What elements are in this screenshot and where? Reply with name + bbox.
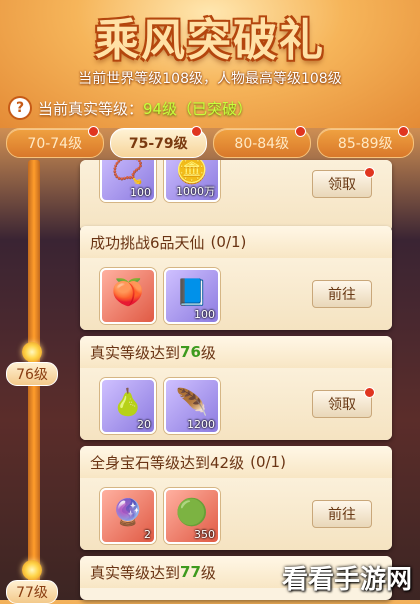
go-button[interactable]: 前往: [312, 280, 372, 308]
notification-dot: [87, 126, 99, 137]
world-level-info: 当前世界等级108级，人物最高等级108级: [78, 71, 342, 87]
go-button[interactable]: 前往: [312, 500, 372, 528]
item-count: 100: [130, 186, 151, 199]
task-title-text: 全身宝石等级达到42级: [90, 453, 245, 472]
level-tag-77: 77级: [6, 580, 58, 604]
task-progress: (0/1): [250, 453, 286, 471]
task-title-text: 成功挑战6品天仙: [90, 233, 205, 252]
book-icon: 📘: [175, 278, 209, 308]
tab-75-79[interactable]: 75-79级: [109, 126, 207, 158]
button-label: 领取: [328, 177, 356, 193]
task-title-text: 真实等级达到: [90, 563, 181, 582]
reward-item[interactable]: 🍑: [100, 268, 156, 324]
help-icon[interactable]: ?: [10, 98, 30, 118]
reward-item[interactable]: 🔮 2: [100, 488, 156, 544]
task-card: 📿 100 🪙 1000万 领取: [80, 160, 392, 232]
notification-dot: [191, 126, 202, 137]
tab-80-84[interactable]: 80-84级: [213, 126, 311, 158]
task-title-suffix: 级: [200, 563, 216, 582]
button-label: 前往: [328, 287, 356, 303]
item-count: 2: [144, 528, 151, 541]
reward-row: 🍐 20 🪶 1200 领取: [80, 368, 392, 440]
item-count: 1200: [187, 418, 215, 431]
reward-row: 🍑 📘 100 前往: [80, 258, 392, 330]
reward-item[interactable]: 📘 100: [164, 268, 220, 324]
real-level-value: 94级（已突破）: [143, 99, 253, 118]
event-title: 乘风突破礼: [95, 15, 325, 66]
notification-dot: [364, 167, 375, 178]
notification-dot: [364, 387, 375, 398]
claim-button[interactable]: 领取: [312, 387, 375, 418]
reward-row: 🔮 2 🟢 350 前往: [80, 478, 392, 550]
tab-70-74[interactable]: 70-74级: [6, 126, 104, 158]
real-level-label: 当前真实等级：: [38, 99, 144, 118]
track-node: [22, 560, 42, 580]
notification-dot: [294, 126, 306, 137]
reward-item[interactable]: 🪶 1200: [164, 378, 220, 434]
task-progress: (0/1): [210, 233, 247, 251]
tab-label: 75-79级: [128, 136, 188, 152]
task-title-level: 77: [180, 563, 201, 581]
tab-label: 70-74级: [27, 136, 83, 152]
task-title-level: 76: [180, 343, 201, 361]
button-label: 前往: [328, 507, 356, 523]
tab-85-89[interactable]: 85-89级: [316, 126, 414, 158]
item-count: 20: [137, 418, 151, 431]
item-count: 1000万: [176, 185, 215, 198]
button-label: 领取: [328, 397, 356, 413]
tab-label: 80-84级: [234, 136, 290, 152]
item-count: 100: [194, 308, 215, 321]
claim-button[interactable]: 领取: [312, 167, 375, 198]
task-title-suffix: 级: [200, 343, 216, 362]
scroll-icon: 🪶: [175, 388, 209, 418]
task-title: 真实等级达到 76 级: [80, 336, 392, 368]
item-count: 350: [194, 528, 215, 541]
bracelet-icon: 📿: [111, 160, 145, 186]
reward-item[interactable]: 🪙 1000万: [164, 160, 220, 202]
header-banner: 乘风突破礼 当前世界等级108级，人物最高等级108级 ? 当前真实等级： 94…: [0, 0, 420, 128]
site-watermark: 看看手游网: [281, 565, 412, 595]
task-title: 成功挑战6品天仙 (0/1): [80, 226, 392, 258]
track-node: [22, 342, 42, 362]
jade-icon: 🟢: [175, 498, 209, 528]
fruit-icon: 🍑: [111, 278, 145, 308]
reward-row: 📿 100 🪙 1000万 领取: [80, 160, 392, 232]
task-card: 成功挑战6品天仙 (0/1) 🍑 📘 100 前往: [80, 226, 392, 330]
task-title-text: 真实等级达到: [90, 343, 181, 362]
task-title: 全身宝石等级达到42级 (0/1): [80, 446, 392, 478]
notification-dot: [398, 126, 409, 137]
reward-item[interactable]: 📿 100: [100, 160, 156, 202]
tab-label: 85-89级: [337, 136, 393, 152]
gourd-icon: 🍐: [111, 388, 145, 418]
task-card: 真实等级达到 76 级 🍐 20 🪶 1200 领取: [80, 336, 392, 440]
reward-item[interactable]: 🍐 20: [100, 378, 156, 434]
real-level-row: ? 当前真实等级： 94级（已突破）: [10, 96, 252, 120]
level-range-tabs: 70-74级 75-79级 80-84级 85-89级: [6, 126, 420, 158]
level-tag-76: 76级: [6, 362, 58, 386]
reward-item[interactable]: 🟢 350: [164, 488, 220, 544]
gem-orb-icon: 🔮: [111, 498, 145, 528]
task-card: 全身宝石等级达到42级 (0/1) 🔮 2 🟢 350 前往: [80, 446, 392, 550]
